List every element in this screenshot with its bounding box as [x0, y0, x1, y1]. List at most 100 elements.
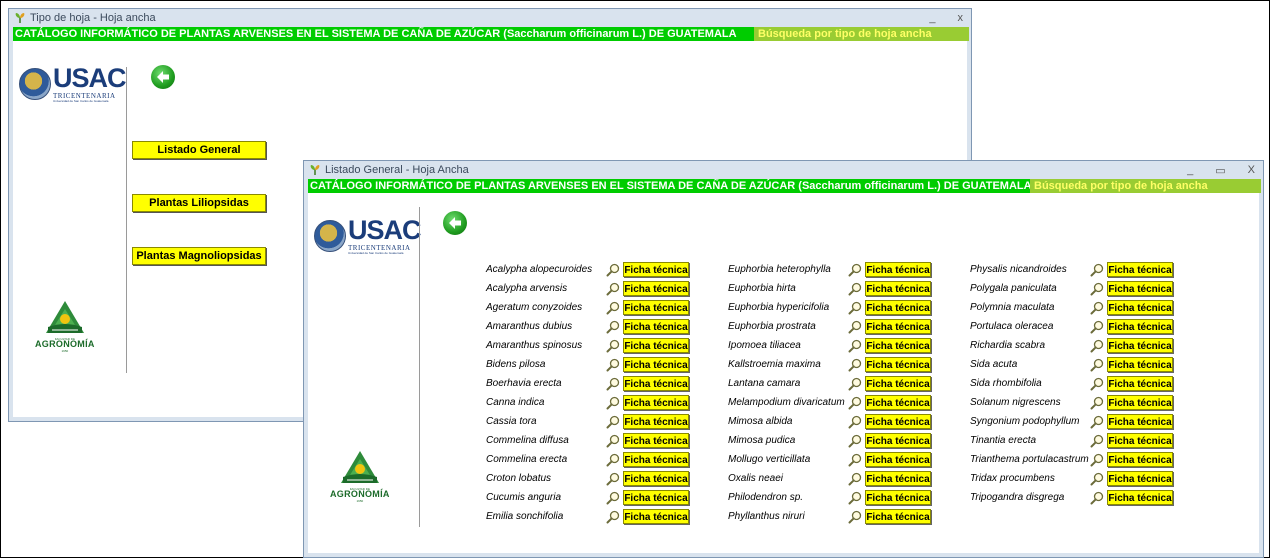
ficha-tecnica-button[interactable]: Ficha técnica: [1107, 414, 1173, 429]
magnifier-icon[interactable]: [848, 320, 862, 334]
ficha-tecnica-button[interactable]: Ficha técnica: [623, 433, 689, 448]
window-listado-general[interactable]: Listado General - Hoja Ancha _ ▭ X CATÁL…: [303, 160, 1264, 558]
ficha-tecnica-button[interactable]: Ficha técnica: [865, 376, 931, 391]
ficha-tecnica-button[interactable]: Ficha técnica: [1107, 262, 1173, 277]
magnifier-icon[interactable]: [848, 282, 862, 296]
minimize-button[interactable]: _: [1187, 164, 1193, 176]
magnifier-icon[interactable]: [1090, 472, 1104, 486]
ficha-tecnica-button[interactable]: Ficha técnica: [623, 300, 689, 315]
ficha-tecnica-button[interactable]: Ficha técnica: [865, 471, 931, 486]
close-button[interactable]: x: [958, 12, 964, 24]
magnifier-icon[interactable]: [1090, 415, 1104, 429]
magnifier-icon[interactable]: [606, 263, 620, 277]
magnifier-icon[interactable]: [606, 472, 620, 486]
ficha-tecnica-button[interactable]: Ficha técnica: [1107, 490, 1173, 505]
magnifier-icon[interactable]: [1090, 282, 1104, 296]
magnifier-icon[interactable]: [606, 320, 620, 334]
ficha-tecnica-button[interactable]: Ficha técnica: [865, 433, 931, 448]
ficha-tecnica-button[interactable]: Ficha técnica: [1107, 376, 1173, 391]
ficha-tecnica-button[interactable]: Ficha técnica: [865, 414, 931, 429]
ficha-tecnica-button[interactable]: Ficha técnica: [623, 509, 689, 524]
ficha-tecnica-button[interactable]: Ficha técnica: [623, 471, 689, 486]
ficha-tecnica-button[interactable]: Ficha técnica: [623, 414, 689, 429]
ficha-tecnica-button[interactable]: Ficha técnica: [1107, 357, 1173, 372]
magnifier-icon[interactable]: [848, 434, 862, 448]
magnifier-icon[interactable]: [1090, 263, 1104, 277]
ficha-tecnica-button[interactable]: Ficha técnica: [865, 395, 931, 410]
listado-general-button[interactable]: Listado General: [132, 141, 266, 159]
plantas-magnoliopsidas-button[interactable]: Plantas Magnoliopsidas: [132, 247, 266, 265]
ficha-tecnica-button[interactable]: Ficha técnica: [1107, 471, 1173, 486]
ficha-tecnica-button[interactable]: Ficha técnica: [1107, 300, 1173, 315]
magnifier-icon[interactable]: [1090, 320, 1104, 334]
magnifier-icon[interactable]: [606, 339, 620, 353]
ficha-tecnica-button[interactable]: Ficha técnica: [1107, 433, 1173, 448]
magnifier-icon[interactable]: [606, 358, 620, 372]
plantas-liliopsidas-button[interactable]: Plantas Liliopsidas: [132, 194, 266, 212]
magnifier-icon[interactable]: [848, 263, 862, 277]
ficha-tecnica-button[interactable]: Ficha técnica: [865, 338, 931, 353]
ficha-tecnica-button[interactable]: Ficha técnica: [865, 319, 931, 334]
magnifier-icon[interactable]: [848, 396, 862, 410]
magnifier-icon[interactable]: [1090, 377, 1104, 391]
ficha-tecnica-button[interactable]: Ficha técnica: [865, 262, 931, 277]
magnifier-icon[interactable]: [1090, 434, 1104, 448]
minimize-button[interactable]: _: [929, 12, 935, 24]
ficha-tecnica-button[interactable]: Ficha técnica: [623, 376, 689, 391]
magnifier-icon[interactable]: [848, 301, 862, 315]
magnifier-icon[interactable]: [1090, 491, 1104, 505]
ficha-tecnica-button[interactable]: Ficha técnica: [1107, 319, 1173, 334]
magnifier-icon[interactable]: [848, 358, 862, 372]
magnifier-icon[interactable]: [1090, 301, 1104, 315]
magnifier-icon[interactable]: [606, 377, 620, 391]
magnifier-icon[interactable]: [1090, 339, 1104, 353]
plant-name: Lantana camara: [728, 378, 801, 389]
maximize-button[interactable]: ▭: [1215, 164, 1225, 177]
magnifier-icon[interactable]: [606, 396, 620, 410]
ficha-tecnica-button[interactable]: Ficha técnica: [1107, 452, 1173, 467]
agronomia-year: 1950: [356, 499, 364, 503]
ficha-tecnica-button[interactable]: Ficha técnica: [623, 395, 689, 410]
magnifier-icon[interactable]: [1090, 453, 1104, 467]
magnifier-icon[interactable]: [1090, 396, 1104, 410]
ficha-tecnica-button[interactable]: Ficha técnica: [865, 490, 931, 505]
titlebar[interactable]: Listado General - Hoja Ancha _ ▭ X: [304, 161, 1263, 179]
ficha-tecnica-button[interactable]: Ficha técnica: [1107, 338, 1173, 353]
magnifier-icon[interactable]: [848, 339, 862, 353]
magnifier-icon[interactable]: [848, 491, 862, 505]
back-arrow-button[interactable]: [443, 211, 467, 235]
plant-row: Philodendron sp. Ficha técnica: [728, 488, 931, 507]
ficha-tecnica-button[interactable]: Ficha técnica: [623, 452, 689, 467]
magnifier-icon[interactable]: [606, 301, 620, 315]
magnifier-icon[interactable]: [848, 377, 862, 391]
ficha-tecnica-button[interactable]: Ficha técnica: [865, 281, 931, 296]
plant-name: Portulaca oleracea: [970, 321, 1054, 332]
ficha-tecnica-button[interactable]: Ficha técnica: [865, 509, 931, 524]
back-arrow-button[interactable]: [151, 65, 175, 89]
magnifier-icon[interactable]: [606, 491, 620, 505]
magnifier-icon[interactable]: [1090, 358, 1104, 372]
ficha-tecnica-button[interactable]: Ficha técnica: [623, 319, 689, 334]
magnifier-icon[interactable]: [606, 415, 620, 429]
ficha-tecnica-button[interactable]: Ficha técnica: [623, 262, 689, 277]
magnifier-icon[interactable]: [848, 510, 862, 524]
ficha-tecnica-button[interactable]: Ficha técnica: [1107, 395, 1173, 410]
ficha-tecnica-button[interactable]: Ficha técnica: [1107, 281, 1173, 296]
ficha-tecnica-button[interactable]: Ficha técnica: [865, 300, 931, 315]
magnifier-icon[interactable]: [848, 472, 862, 486]
magnifier-icon[interactable]: [606, 282, 620, 296]
magnifier-icon[interactable]: [848, 453, 862, 467]
plant-name: Euphorbia prostrata: [728, 321, 816, 332]
titlebar[interactable]: Tipo de hoja - Hoja ancha _ x: [9, 9, 971, 27]
ficha-tecnica-button[interactable]: Ficha técnica: [623, 357, 689, 372]
magnifier-icon[interactable]: [848, 415, 862, 429]
ficha-tecnica-button[interactable]: Ficha técnica: [865, 357, 931, 372]
magnifier-icon[interactable]: [606, 434, 620, 448]
close-button[interactable]: X: [1248, 164, 1255, 176]
magnifier-icon[interactable]: [606, 453, 620, 467]
ficha-tecnica-button[interactable]: Ficha técnica: [623, 338, 689, 353]
ficha-tecnica-button[interactable]: Ficha técnica: [623, 281, 689, 296]
ficha-tecnica-button[interactable]: Ficha técnica: [865, 452, 931, 467]
ficha-tecnica-button[interactable]: Ficha técnica: [623, 490, 689, 505]
magnifier-icon[interactable]: [606, 510, 620, 524]
